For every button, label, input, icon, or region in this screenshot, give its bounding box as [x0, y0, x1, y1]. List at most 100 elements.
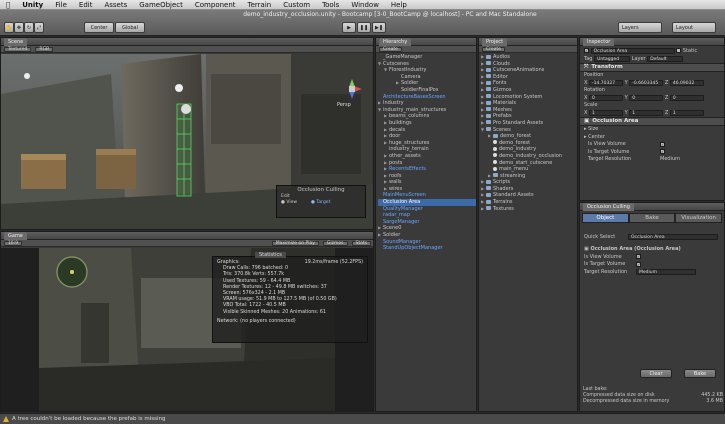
project-item[interactable]: ▶ Locomotion System — [481, 94, 577, 101]
occlusion-area-header[interactable]: ▣ Occlusion Area — [580, 116, 724, 126]
scene-gizmo[interactable] — [341, 78, 363, 100]
menu-gameobject[interactable]: GameObject — [133, 1, 189, 9]
rotation-y-field[interactable]: 0 — [629, 94, 664, 101]
hierarchy-item[interactable]: ▶ wires — [378, 186, 476, 193]
menu-file[interactable]: File — [49, 1, 73, 9]
hand-tool-button[interactable]: ✋ — [4, 22, 14, 33]
rotation-x-field[interactable]: 0 — [589, 94, 624, 101]
menu-terrain[interactable]: Terrain — [242, 1, 278, 9]
project-item[interactable]: ▶ Shaders — [481, 186, 577, 193]
menu-assets[interactable]: Assets — [98, 1, 133, 9]
draw-mode-dropdown[interactable]: Textured — [4, 46, 32, 52]
layers-dropdown[interactable]: Layers — [618, 22, 662, 33]
position-z-field[interactable]: 46.09032 — [669, 79, 704, 86]
project-item[interactable]: ▶ demo_forest — [481, 133, 577, 140]
tab-visualization[interactable]: Visualization — [675, 213, 723, 223]
hierarchy-item[interactable]: _GameManager — [378, 54, 476, 61]
bake-button[interactable]: Bake — [684, 369, 716, 378]
tab-occlusion-culling[interactable]: Occlusion Culling — [583, 203, 634, 211]
menu-help[interactable]: Help — [385, 1, 413, 9]
project-item[interactable]: ▶ Textures — [481, 206, 577, 213]
hierarchy-item[interactable]: SargeManager — [378, 219, 476, 226]
scale-x-field[interactable]: 1 — [589, 109, 624, 116]
transform-header[interactable]: ⤧ Transform — [580, 62, 724, 72]
project-item[interactable]: ▶ CutsceneAnimations — [481, 67, 577, 74]
status-bar[interactable]: A tree couldn't be loaded because the pr… — [0, 413, 725, 424]
tab-object[interactable]: Object — [582, 213, 629, 223]
move-tool-button[interactable]: ✥ — [14, 22, 24, 33]
project-item[interactable]: ▶ Materials — [481, 100, 577, 107]
stats-toggle[interactable]: Stats — [351, 240, 371, 246]
is-target-volume-checkbox[interactable]: ✓ — [660, 149, 665, 155]
hierarchy-create-dropdown[interactable]: Create — [379, 46, 402, 52]
project-item[interactable]: ▶ Audios — [481, 54, 577, 61]
color-mode-dropdown[interactable]: RGB — [35, 46, 54, 52]
project-item[interactable]: ▶ Editor — [481, 74, 577, 81]
tab-bake[interactable]: Bake — [628, 213, 676, 223]
hierarchy-item[interactable]: ▶ RecentsEffects — [378, 166, 476, 173]
project-item[interactable]: ▶ Prefabs — [481, 113, 577, 120]
tab-game[interactable]: Game — [4, 232, 27, 240]
menu-window[interactable]: Window — [345, 1, 385, 9]
pivot-global-button[interactable]: Global — [115, 22, 145, 33]
menu-unity[interactable]: Unity — [16, 1, 49, 9]
gizmos-toggle[interactable]: Gizmos — [322, 240, 348, 246]
project-item[interactable]: ▶ Standard Assets — [481, 192, 577, 199]
occlusion-target-radio[interactable]: ● Target — [311, 200, 330, 205]
hierarchy-item[interactable]: ▶ walls — [378, 179, 476, 186]
tab-project[interactable]: Project — [482, 38, 508, 46]
hierarchy-item[interactable]: StandUpObjectManager — [378, 245, 476, 252]
hierarchy-item[interactable]: ▶ other_assets — [378, 153, 476, 160]
hierarchy-item[interactable]: ▶ Soldier — [378, 80, 476, 87]
project-item[interactable]: demo_start_cutscene — [481, 160, 577, 167]
hierarchy-item[interactable]: radar_map — [378, 212, 476, 219]
hierarchy-item[interactable]: ▶ buildings — [378, 120, 476, 127]
project-item[interactable]: ▶ Meshes — [481, 107, 577, 114]
hierarchy-item[interactable]: Occlusion Area — [378, 199, 476, 206]
target-resolution-dropdown[interactable]: Medium — [660, 156, 680, 162]
object-name-field[interactable]: Occlusion Area — [590, 47, 675, 54]
scale-tool-button[interactable]: ⤢ — [34, 22, 44, 33]
is-view-volume-checkbox[interactable]: ✓ — [660, 141, 665, 147]
center-foldout[interactable]: ▸ Center — [580, 133, 724, 141]
project-create-dropdown[interactable]: Create — [482, 46, 505, 52]
project-item[interactable]: ▶ Fonts — [481, 80, 577, 87]
project-item[interactable]: ▶ streaming — [481, 173, 577, 180]
hierarchy-item[interactable]: ▶ Soldier — [378, 232, 476, 239]
occl-is-view-volume-checkbox[interactable]: ✓ — [636, 254, 641, 260]
project-item[interactable]: ▼ Scenes — [481, 127, 577, 134]
project-item[interactable]: ▶ Gizmos — [481, 87, 577, 94]
hierarchy-item[interactable]: ▼ industry_main_structures — [378, 107, 476, 114]
occl-is-target-volume-checkbox[interactable]: ✓ — [636, 261, 641, 267]
apple-menu[interactable]:  — [0, 1, 16, 9]
scene-viewport[interactable]: Persp Occlusion Culling Edit ● View ● Ta… — [1, 54, 373, 229]
hierarchy-item[interactable]: SoundManager — [378, 239, 476, 246]
hierarchy-item[interactable]: QualityManager — [378, 206, 476, 213]
static-checkbox[interactable] — [676, 48, 682, 53]
tag-dropdown[interactable]: Untagged — [594, 55, 631, 62]
size-foldout[interactable]: ▸ Size — [580, 126, 724, 134]
hierarchy-item[interactable]: MainMenuScreen — [378, 192, 476, 199]
hierarchy-item[interactable]: ▼ FlorestIndustry — [378, 67, 476, 74]
hierarchy-item[interactable]: ▶ beams_columns — [378, 113, 476, 120]
position-y-field[interactable]: -0.6603345 — [629, 79, 664, 86]
scale-y-field[interactable]: 1 — [629, 109, 664, 116]
play-button[interactable]: ▶ — [342, 22, 356, 33]
step-button[interactable]: ▶❚ — [372, 22, 386, 33]
hierarchy-item[interactable]: ▶ Industry — [378, 100, 476, 107]
menu-edit[interactable]: Edit — [73, 1, 99, 9]
aspect-dropdown[interactable]: 16:9 — [4, 240, 23, 246]
rotate-tool-button[interactable]: ↻ — [24, 22, 34, 33]
hierarchy-item[interactable]: ▼ Cutscenes — [378, 61, 476, 68]
menu-custom[interactable]: Custom — [277, 1, 316, 9]
hierarchy-item[interactable]: industry_terrain — [378, 146, 476, 153]
object-active-checkbox[interactable]: ✓ — [584, 48, 589, 53]
hierarchy-item[interactable]: ArchitectureBasesScreen — [378, 94, 476, 101]
project-item[interactable]: ▶ Clouds — [481, 61, 577, 68]
hierarchy-item[interactable]: Camera — [378, 74, 476, 81]
menu-tools[interactable]: Tools — [316, 1, 345, 9]
hierarchy-item[interactable]: ▶ roofs — [378, 173, 476, 180]
pause-button[interactable]: ❚❚ — [357, 22, 371, 33]
layer-dropdown[interactable]: Default — [647, 55, 684, 62]
hierarchy-item[interactable]: SoldierFinalPos — [378, 87, 476, 94]
